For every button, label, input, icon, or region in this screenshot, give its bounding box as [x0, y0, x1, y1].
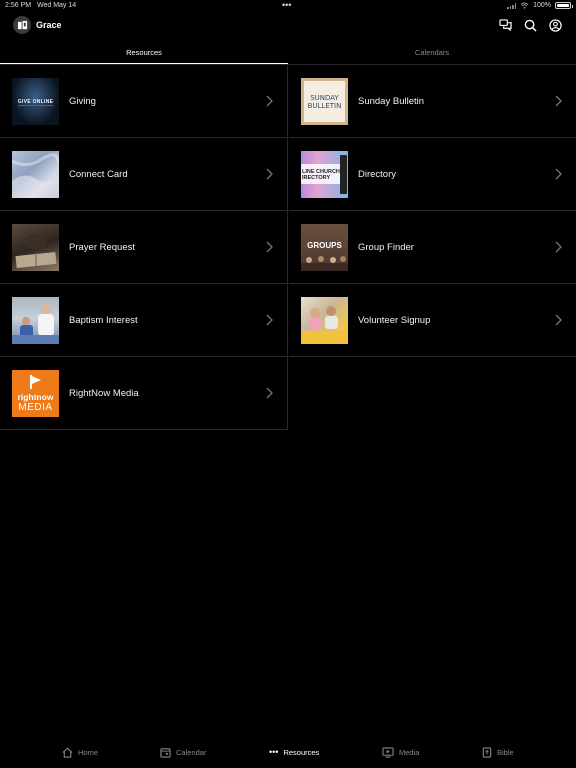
list-item-connect-card[interactable]: Connect Card: [0, 138, 287, 211]
list-item-label: Group Finder: [358, 242, 414, 253]
chevron-right-icon: [266, 387, 273, 399]
home-icon: [62, 747, 73, 758]
list-item-label: Connect Card: [69, 169, 128, 180]
app-title: Grace: [36, 20, 62, 30]
list-item-label: Directory: [358, 169, 397, 180]
bulletin-thumb-text-2: BULLETIN: [307, 101, 342, 110]
nav-label: Home: [78, 748, 99, 757]
chevron-right-icon: [555, 241, 562, 253]
chat-icon[interactable]: [498, 18, 512, 32]
directory-thumb-text-2: IRECTORY: [302, 174, 331, 181]
list-item-rightnow-media[interactable]: rightnow MEDIA RightNow Media: [0, 357, 287, 430]
media-icon: [382, 747, 394, 758]
nav-label: Media: [399, 748, 420, 757]
church-logo-icon[interactable]: [13, 16, 31, 34]
battery-icon: [555, 2, 573, 9]
tab-bar: Resources Calendars: [0, 43, 576, 65]
directory-thumbnail: LINE CHURCH IRECTORY: [301, 151, 348, 198]
list-item-label: Prayer Request: [69, 242, 136, 253]
status-date: Wed May 14: [37, 2, 77, 9]
list-item-label: Giving: [69, 96, 96, 107]
chevron-right-icon: [266, 95, 273, 107]
more-dots-icon: •••: [269, 747, 279, 757]
list-item-volunteer-signup[interactable]: Volunteer Signup: [289, 284, 576, 357]
list-item-label: Baptism Interest: [69, 315, 138, 326]
search-icon[interactable]: [523, 18, 537, 32]
giving-thumbnail: GIVE ONLINE: [12, 78, 59, 125]
list-item-group-finder[interactable]: GROUPS Group Finder: [289, 211, 576, 284]
prayer-request-thumbnail: [12, 224, 59, 271]
list-item-sunday-bulletin[interactable]: SUNDAY BULLETIN Sunday Bulletin: [289, 65, 576, 138]
nav-label: Bible: [497, 748, 514, 757]
nav-bible[interactable]: Bible: [482, 747, 514, 758]
resources-list-left: GIVE ONLINE Giving Connect Card Prayer R…: [0, 65, 288, 430]
list-item-label: Volunteer Signup: [358, 315, 431, 326]
list-item-baptism-interest[interactable]: Baptism Interest: [0, 284, 287, 357]
rightnow-brand-top: rightnow: [17, 392, 54, 402]
cellular-signal-icon: [507, 2, 517, 9]
profile-icon[interactable]: [548, 18, 562, 32]
bottom-nav: Home Calendar ••• Resources Media Bible: [0, 740, 576, 768]
groups-thumb-text: GROUPS: [307, 241, 342, 250]
rightnow-brand-bottom: MEDIA: [18, 402, 53, 413]
chevron-right-icon: [555, 168, 562, 180]
status-indicators: 100%: [507, 2, 573, 9]
bible-icon: [482, 747, 492, 758]
list-item-prayer-request[interactable]: Prayer Request: [0, 211, 287, 284]
rightnow-media-logo: rightnow MEDIA: [12, 370, 59, 417]
status-bar: 2:56 PM Wed May 14 ••• 100%: [0, 0, 576, 12]
nav-resources[interactable]: ••• Resources: [269, 747, 319, 757]
multitasking-dots-icon[interactable]: •••: [282, 0, 291, 10]
volunteer-thumbnail: [301, 297, 348, 344]
nav-label: Calendar: [176, 748, 207, 757]
chevron-right-icon: [266, 314, 273, 326]
battery-percent: 100%: [533, 2, 551, 9]
tab-resources[interactable]: Resources: [0, 43, 288, 65]
resources-list-right: SUNDAY BULLETIN Sunday Bulletin LINE CHU…: [289, 65, 576, 357]
list-item-directory[interactable]: LINE CHURCH IRECTORY Directory: [289, 138, 576, 211]
nav-calendar[interactable]: Calendar: [160, 747, 206, 758]
wifi-icon: [520, 2, 529, 9]
chevron-right-icon: [266, 241, 273, 253]
nav-media[interactable]: Media: [382, 747, 419, 758]
list-item-giving[interactable]: GIVE ONLINE Giving: [0, 65, 287, 138]
list-item-label: Sunday Bulletin: [358, 96, 425, 107]
chevron-right-icon: [266, 168, 273, 180]
list-item-label: RightNow Media: [69, 388, 139, 399]
baptism-thumbnail: [12, 297, 59, 344]
sunday-bulletin-thumbnail: SUNDAY BULLETIN: [301, 78, 348, 125]
app-header: Grace: [0, 12, 576, 40]
connect-card-thumbnail: [12, 151, 59, 198]
bulletin-thumb-text-1: SUNDAY: [310, 93, 339, 102]
status-time: 2:56 PM: [5, 2, 32, 9]
tab-calendars[interactable]: Calendars: [288, 43, 576, 65]
nav-home[interactable]: Home: [62, 747, 98, 758]
chevron-right-icon: [555, 95, 562, 107]
giving-thumb-text: GIVE ONLINE: [17, 98, 54, 105]
group-finder-thumbnail: GROUPS: [301, 224, 348, 271]
calendar-icon: [160, 748, 171, 758]
chevron-right-icon: [555, 314, 562, 326]
nav-label: Resources: [283, 747, 320, 757]
